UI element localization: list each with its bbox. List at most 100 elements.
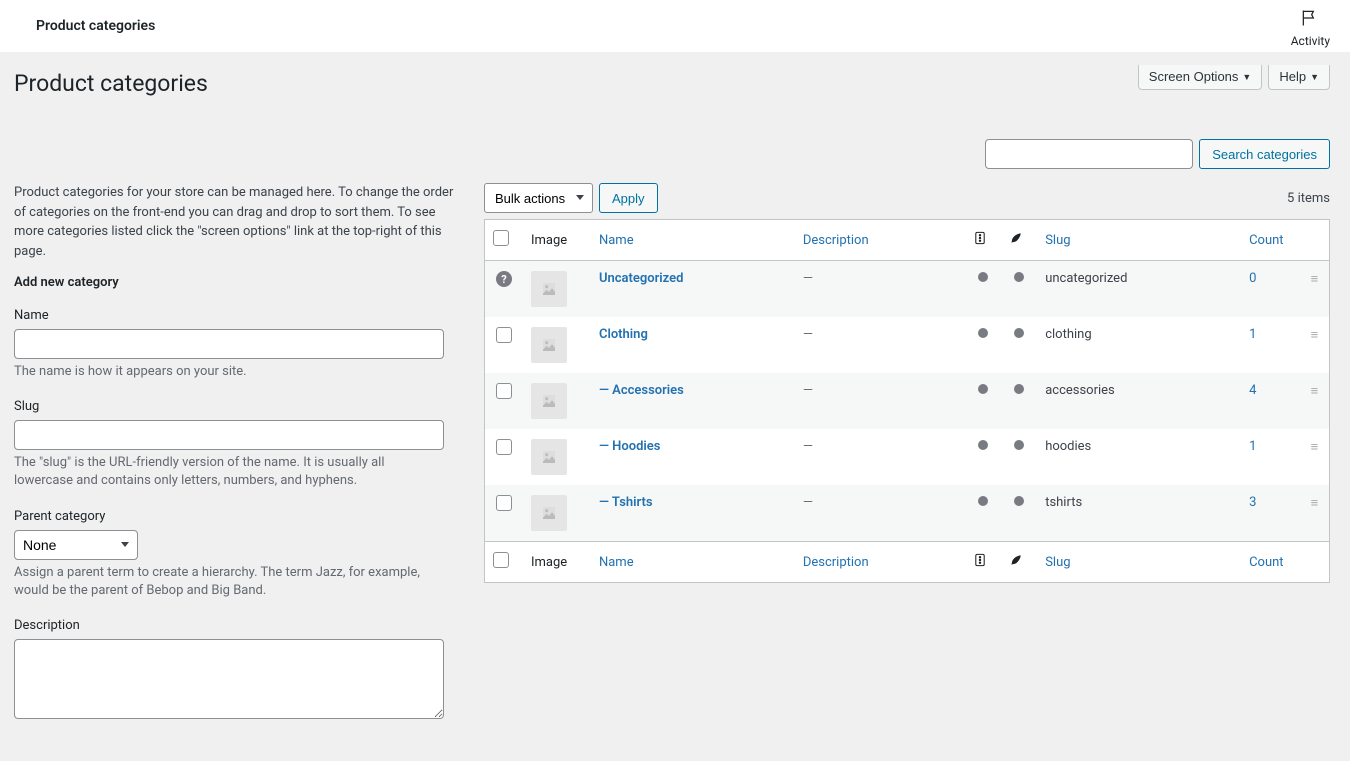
status-dot-icon: [1014, 384, 1024, 394]
category-description: —: [803, 439, 813, 454]
slug-help: The "slug" is the URL-friendly version o…: [14, 454, 444, 490]
col-image-foot: Image: [523, 542, 591, 583]
status-dot-icon: [1014, 440, 1024, 450]
thumbnail-icon: [531, 383, 567, 419]
category-count-link[interactable]: 4: [1249, 383, 1256, 398]
indent: —: [599, 495, 612, 510]
status-dot-icon: [978, 496, 988, 506]
col-status-icon[interactable]: [965, 220, 1001, 261]
col-name[interactable]: Name: [599, 233, 634, 248]
search-categories-button[interactable]: Search categories: [1199, 139, 1330, 169]
name-label: Name: [14, 308, 464, 323]
category-count-link[interactable]: 1: [1249, 327, 1256, 342]
status-dot-icon: [1014, 272, 1024, 282]
row-checkbox[interactable]: [496, 327, 512, 343]
table-row: Clothing — clothing 1 ≡: [485, 317, 1330, 373]
table-row: — Accessories—accessories4≡: [485, 373, 1330, 429]
table-row: — Hoodies—hoodies1≡: [485, 429, 1330, 485]
parent-help: Assign a parent term to create a hierarc…: [14, 564, 444, 600]
topbar: Product categories Activity: [0, 0, 1350, 52]
row-checkbox[interactable]: [496, 495, 512, 511]
slug-input[interactable]: [14, 420, 444, 450]
status-dot-icon: [978, 384, 988, 394]
col-name-foot[interactable]: Name: [599, 555, 634, 570]
col-slug-foot[interactable]: Slug: [1045, 555, 1070, 570]
activity-label: Activity: [1291, 34, 1330, 48]
category-name-link[interactable]: — Tshirts: [599, 495, 653, 510]
category-name: Clothing: [599, 327, 648, 342]
add-category-panel: Product categories for your store can be…: [14, 183, 464, 741]
col-description-foot[interactable]: Description: [803, 555, 869, 570]
categories-table: Image Name Description Slug Count: [484, 219, 1330, 583]
drag-handle-icon[interactable]: ≡: [1311, 272, 1319, 287]
indent: —: [599, 439, 612, 454]
col-status-icon-foot[interactable]: [965, 542, 1001, 583]
status-dot-icon: [978, 272, 988, 282]
activity-button[interactable]: Activity: [1291, 4, 1330, 48]
table-row: ?Uncategorized—uncategorized0≡: [485, 261, 1330, 318]
search-input[interactable]: [985, 139, 1193, 169]
category-slug: tshirts: [1045, 495, 1082, 510]
status-dot-icon: [1014, 496, 1024, 506]
table-row: — Tshirts—tshirts3≡: [485, 485, 1330, 542]
apply-button[interactable]: Apply: [599, 183, 658, 213]
category-slug: accessories: [1045, 383, 1115, 398]
category-slug: clothing: [1045, 327, 1091, 342]
category-count-link[interactable]: 3: [1249, 495, 1256, 510]
col-feather-icon-foot[interactable]: [1001, 542, 1037, 583]
category-name: Uncategorized: [599, 271, 684, 286]
select-all-checkbox[interactable]: [493, 230, 509, 246]
col-slug[interactable]: Slug: [1045, 233, 1070, 248]
drag-handle-icon[interactable]: ≡: [1311, 384, 1319, 399]
description-label: Description: [14, 618, 464, 633]
col-image: Image: [523, 220, 591, 261]
name-help: The name is how it appears on your site.: [14, 363, 444, 381]
col-description[interactable]: Description: [803, 233, 869, 248]
category-description: —: [803, 383, 813, 398]
flag-icon: [1300, 8, 1320, 32]
chevron-down-icon: ▼: [1310, 72, 1319, 82]
category-count-link[interactable]: 1: [1249, 439, 1256, 454]
category-description: —: [803, 327, 813, 342]
add-category-heading: Add new category: [14, 275, 464, 290]
category-name: Accessories: [612, 383, 684, 398]
category-count-link[interactable]: 0: [1249, 271, 1256, 286]
description-textarea[interactable]: [14, 639, 444, 719]
slug-label: Slug: [14, 399, 464, 414]
bulk-actions-select[interactable]: Bulk actions: [484, 183, 593, 213]
thumbnail-icon: [531, 495, 567, 531]
chevron-down-icon: ▼: [1242, 72, 1251, 82]
category-name-link[interactable]: Clothing: [599, 327, 648, 342]
category-name-link[interactable]: — Hoodies: [599, 439, 661, 454]
thumbnail-icon: [531, 271, 567, 307]
col-count[interactable]: Count: [1249, 233, 1283, 248]
category-name: Tshirts: [612, 495, 653, 510]
parent-select[interactable]: None: [14, 530, 138, 560]
category-description: —: [803, 495, 813, 510]
status-dot-icon: [1014, 328, 1024, 338]
help-icon[interactable]: ?: [496, 271, 512, 287]
category-slug: hoodies: [1045, 439, 1091, 454]
screen-options-label: Screen Options: [1149, 69, 1239, 84]
page-title: Product categories: [14, 66, 208, 97]
row-checkbox[interactable]: [496, 439, 512, 455]
col-count-foot[interactable]: Count: [1249, 555, 1283, 570]
category-slug: uncategorized: [1045, 271, 1127, 286]
select-all-checkbox-bottom[interactable]: [493, 552, 509, 568]
screen-options-button[interactable]: Screen Options ▼: [1138, 65, 1263, 90]
category-name-link[interactable]: — Accessories: [599, 383, 684, 398]
help-button[interactable]: Help ▼: [1268, 65, 1330, 90]
drag-handle-icon[interactable]: ≡: [1311, 328, 1319, 343]
category-name-link[interactable]: Uncategorized: [599, 271, 684, 286]
name-input[interactable]: [14, 329, 444, 359]
parent-label: Parent category: [14, 509, 464, 524]
col-feather-icon[interactable]: [1001, 220, 1037, 261]
thumbnail-icon: [531, 439, 567, 475]
status-dot-icon: [978, 440, 988, 450]
indent: —: [599, 383, 612, 398]
help-label: Help: [1279, 69, 1306, 84]
drag-handle-icon[interactable]: ≡: [1311, 440, 1319, 455]
drag-handle-icon[interactable]: ≡: [1311, 496, 1319, 511]
items-count: 5 items: [1287, 191, 1330, 206]
row-checkbox[interactable]: [496, 383, 512, 399]
